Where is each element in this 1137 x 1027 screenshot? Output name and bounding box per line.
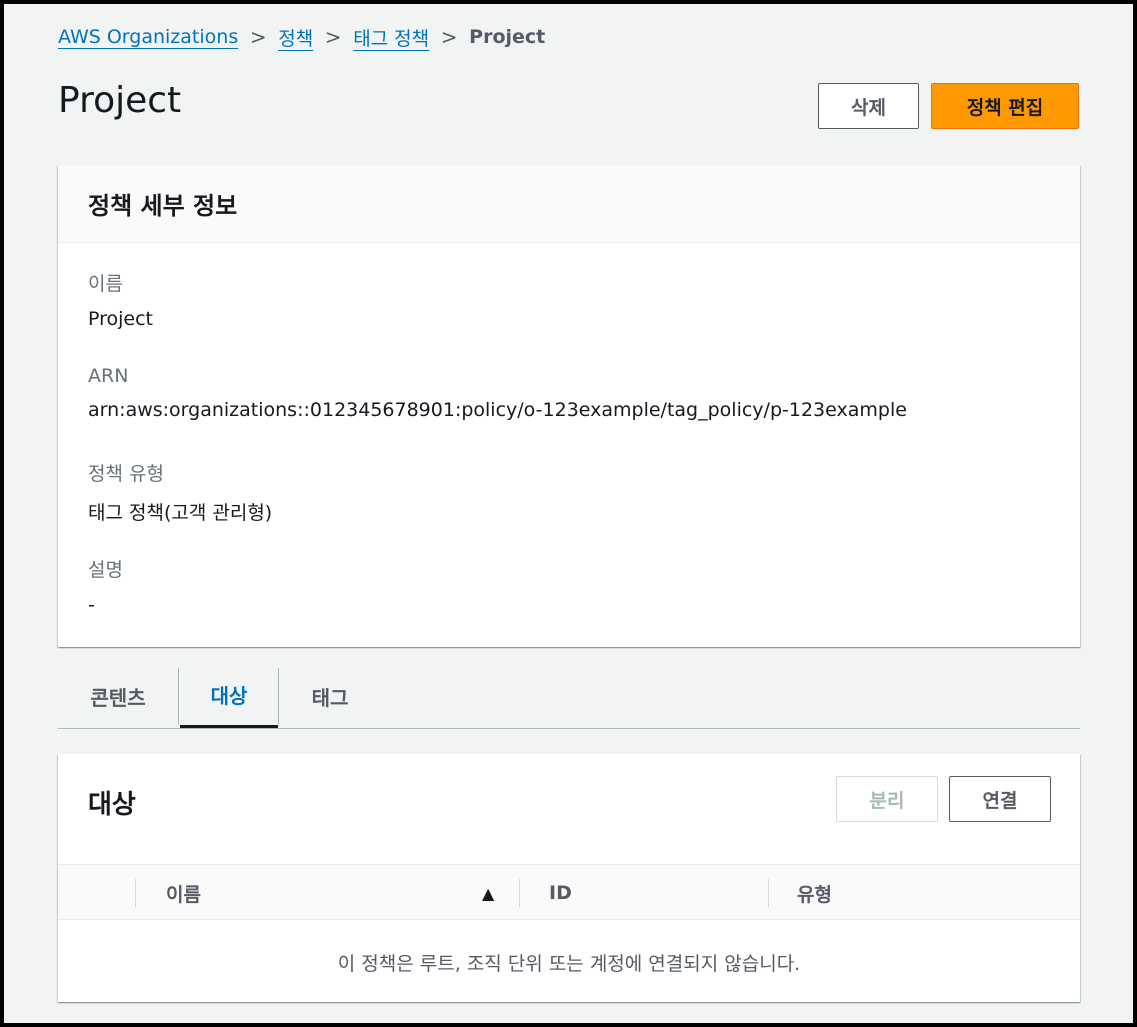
breadcrumb: AWS Organizations > 정책 > 태그 정책 > Project xyxy=(58,22,545,52)
column-header-name[interactable]: 이름 xyxy=(166,865,496,921)
page-title: Project xyxy=(58,80,182,121)
policy-arn-field: ARN arn:aws:organizations::012345678901:… xyxy=(88,365,907,421)
column-separator xyxy=(135,879,136,907)
column-header-type[interactable]: 유형 xyxy=(797,865,832,921)
breadcrumb-current: Project xyxy=(469,26,546,48)
policy-description-value: - xyxy=(88,594,95,616)
targets-header: 대상 xyxy=(88,790,136,820)
delete-button[interactable]: 삭제 xyxy=(818,83,919,129)
tab-targets[interactable]: 대상 xyxy=(180,664,278,728)
policy-details-header: 정책 세부 정보 xyxy=(58,165,1080,243)
column-separator xyxy=(519,879,520,907)
column-header-id[interactable]: ID xyxy=(549,865,572,921)
sort-ascending-icon[interactable]: ▲ xyxy=(482,865,494,921)
policy-description-field: 설명 - xyxy=(88,555,123,616)
policy-arn-value: arn:aws:organizations::012345678901:poli… xyxy=(88,399,907,421)
policy-type-label: 정책 유형 xyxy=(88,463,164,485)
targets-empty-message: 이 정책은 루트, 조직 단위 또는 계정에 연결되지 않습니다. xyxy=(337,952,801,975)
chevron-right-icon: > xyxy=(440,25,458,49)
tab-divider xyxy=(278,668,279,724)
column-name-label: 이름 xyxy=(166,883,201,906)
breadcrumb-link-tag-policies[interactable]: 태그 정책 xyxy=(353,24,429,51)
policy-name-field: 이름 Project xyxy=(88,269,153,330)
detach-button[interactable]: 분리 xyxy=(836,776,938,822)
policy-type-field: 정책 유형 태그 정책(고객 관리형) xyxy=(88,459,272,525)
policy-name-label: 이름 xyxy=(88,273,123,295)
console-frame: AWS Organizations > 정책 > 태그 정책 > Project… xyxy=(4,4,1133,1023)
tab-divider xyxy=(178,668,179,724)
targets-panel: 대상 분리 연결 이름 ▲ ID 유형 이 정책은 루트, 조직 단위 또는 계… xyxy=(58,754,1080,1002)
policy-type-value: 태그 정책(고객 관리형) xyxy=(88,502,273,524)
policy-description-label: 설명 xyxy=(88,559,123,581)
breadcrumb-link-organizations[interactable]: AWS Organizations xyxy=(58,26,238,48)
policy-tabs: 콘텐츠 대상 태그 xyxy=(58,664,1080,729)
attach-button[interactable]: 연결 xyxy=(949,776,1051,822)
column-separator xyxy=(768,879,769,907)
tab-tags[interactable]: 태그 xyxy=(280,664,380,728)
policy-name-value: Project xyxy=(88,308,154,330)
chevron-right-icon: > xyxy=(249,25,267,49)
chevron-right-icon: > xyxy=(324,25,342,49)
policy-arn-label: ARN xyxy=(88,365,129,387)
breadcrumb-link-policies[interactable]: 정책 xyxy=(278,24,313,51)
edit-policy-button[interactable]: 정책 편집 xyxy=(931,83,1079,129)
tab-content[interactable]: 콘텐츠 xyxy=(58,664,178,728)
targets-table-header: 이름 ▲ ID 유형 xyxy=(58,864,1080,920)
column-type-label: 유형 xyxy=(797,883,832,906)
policy-details-panel: 정책 세부 정보 이름 Project ARN arn:aws:organiza… xyxy=(58,165,1080,647)
column-id-label: ID xyxy=(549,882,572,904)
